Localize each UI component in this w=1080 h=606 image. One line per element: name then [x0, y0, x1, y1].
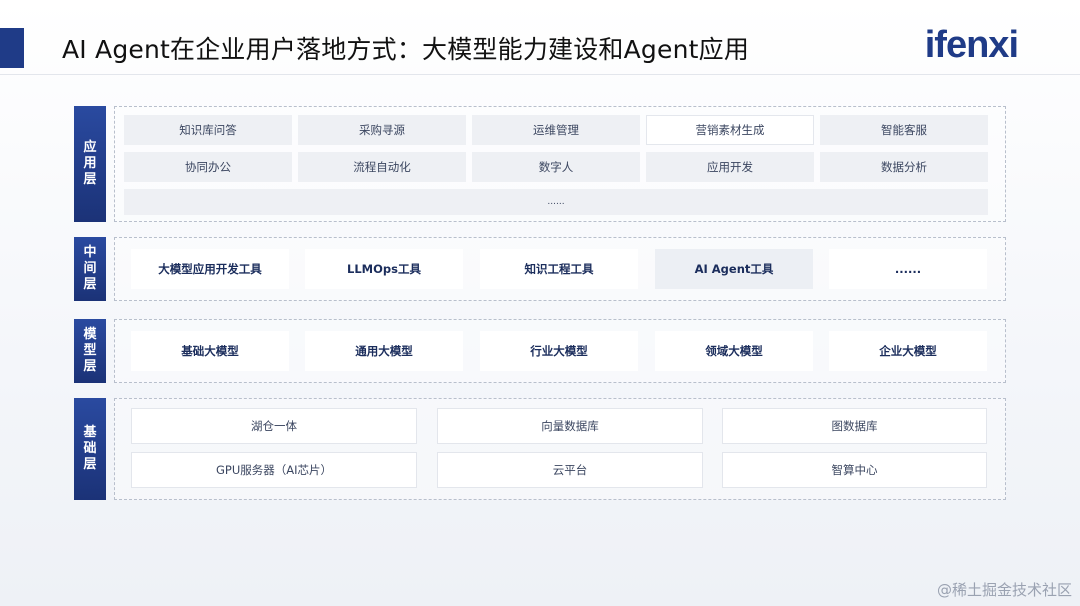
app-item: 营销素材生成	[646, 115, 814, 145]
model-item: 领域大模型	[655, 331, 813, 371]
app-item: 运维管理	[472, 115, 640, 145]
base-item: 云平台	[437, 452, 703, 488]
header-divider	[0, 74, 1080, 75]
layer-label-middle: 中 间 层	[74, 237, 106, 301]
app-item: 应用开发	[646, 152, 814, 182]
model-item: 基础大模型	[131, 331, 289, 371]
base-item: 向量数据库	[437, 408, 703, 444]
application-layer-box: 知识库问答 采购寻源 运维管理 营销素材生成 智能客服 协同办公 流程自动化 数…	[114, 106, 1006, 222]
layer-label-model: 模 型 层	[74, 319, 106, 383]
layer-label-base: 基 础 层	[74, 398, 106, 500]
app-item: 知识库问答	[124, 115, 292, 145]
page-title: AI Agent在企业用户落地方式：大模型能力建设和Agent应用	[62, 35, 750, 64]
middle-item: 大模型应用开发工具	[131, 249, 289, 289]
app-item: 采购寻源	[298, 115, 466, 145]
base-item: 图数据库	[722, 408, 987, 444]
model-layer-box: 基础大模型 通用大模型 行业大模型 领域大模型 企业大模型	[114, 319, 1006, 383]
app-item: 数字人	[472, 152, 640, 182]
model-item: 通用大模型	[305, 331, 463, 371]
base-layer-box: 湖仓一体 向量数据库 图数据库 GPU服务器（AI芯片） 云平台 智算中心	[114, 398, 1006, 500]
middle-item: LLMOps工具	[305, 249, 463, 289]
base-item: 智算中心	[722, 452, 987, 488]
middle-layer-box: 大模型应用开发工具 LLMOps工具 知识工程工具 AI Agent工具 ...…	[114, 237, 1006, 301]
model-item: 行业大模型	[480, 331, 638, 371]
title-accent-bar	[0, 28, 24, 68]
app-item: 流程自动化	[298, 152, 466, 182]
middle-item: AI Agent工具	[655, 249, 813, 289]
watermark: @稀土掘金技术社区	[936, 581, 1072, 599]
model-item: 企业大模型	[829, 331, 987, 371]
layer-label-application: 应 用 层	[74, 106, 106, 222]
app-item: 协同办公	[124, 152, 292, 182]
app-item: 数据分析	[820, 152, 988, 182]
middle-item: ......	[829, 249, 987, 289]
app-more: ......	[124, 189, 988, 215]
app-item: 智能客服	[820, 115, 988, 145]
ifenxi-logo: ifenxi	[924, 24, 1019, 66]
base-item: GPU服务器（AI芯片）	[131, 452, 417, 488]
middle-item: 知识工程工具	[480, 249, 638, 289]
base-item: 湖仓一体	[131, 408, 417, 444]
